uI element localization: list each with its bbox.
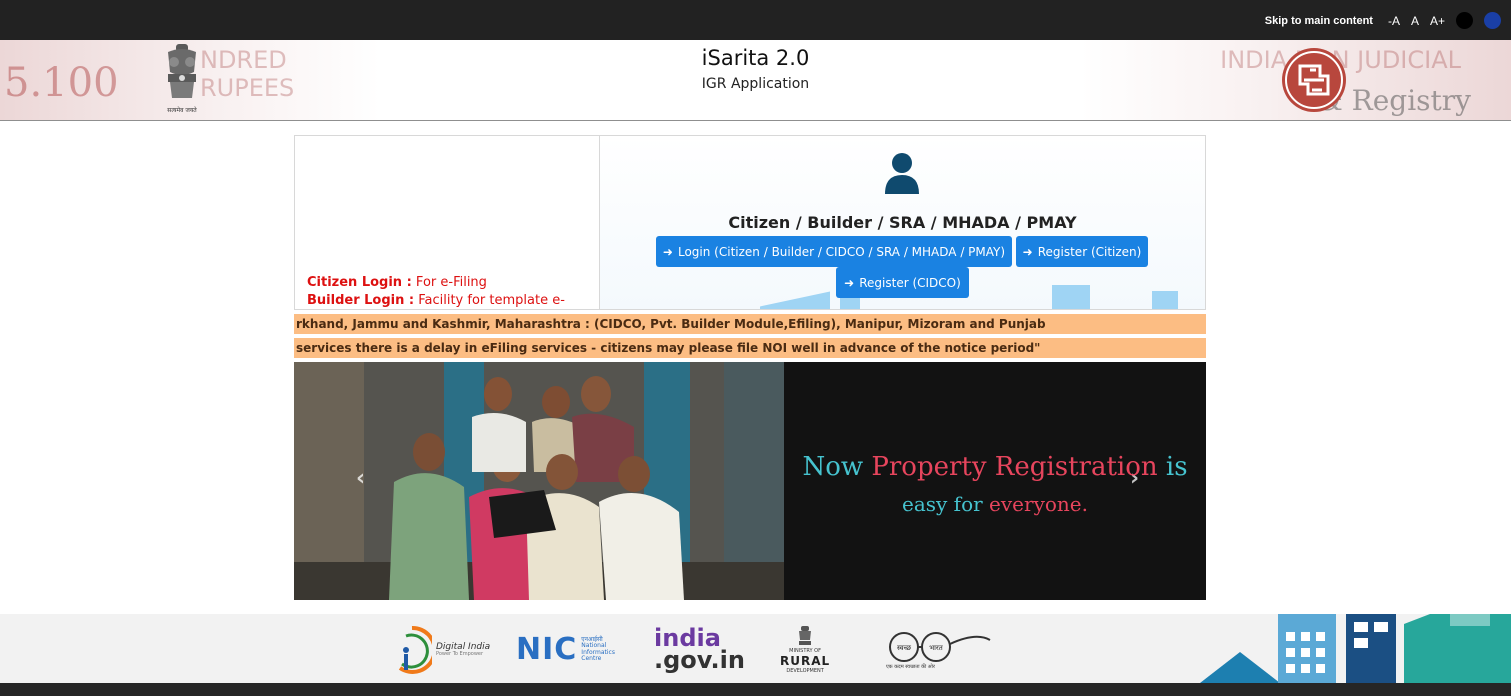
digital-india-icon	[398, 625, 432, 674]
digital-india-logo[interactable]: Digital India Power To Empower	[392, 622, 490, 677]
citizen-login-text: For e-Filing	[411, 275, 487, 290]
login-arrow-icon: ➜	[844, 275, 855, 290]
accessibility-tools: Skip to main content -A A A+	[1265, 12, 1501, 29]
builder-login-label: Builder Login :	[307, 293, 415, 308]
banner-slogan: Now Property Registration is easy for ev…	[784, 452, 1206, 516]
swachh-bharat-glasses-icon: स्वच्छ भारत	[889, 631, 991, 662]
news-ticker-2: services there is a delay in eFiling ser…	[294, 338, 1206, 358]
site-header: 5.100 NDRED RUPEES INDIA NON JUDICIAL & …	[0, 40, 1511, 121]
rural-text-2: RURAL	[780, 653, 831, 668]
login-info-column: Citizen Login : For e-Filing Builder Log…	[295, 136, 600, 309]
footer-bar	[0, 683, 1511, 696]
register-citizen-button[interactable]: ➜ Register (Citizen)	[1016, 236, 1148, 267]
india-gov-logo[interactable]: india .gov.in	[654, 622, 745, 677]
nic-logo[interactable]: NIC एनआईसी National Informatics Centre	[516, 622, 615, 677]
citizen-login-label: Citizen Login :	[307, 275, 412, 290]
login-button-label: Login (Citizen / Builder / CIDCO / SRA /…	[677, 244, 1006, 259]
digital-india-tagline: Power To Empower	[436, 650, 484, 657]
igr-logo-icon	[1282, 48, 1346, 112]
partner-logos-strip: Digital India Power To Empower NIC एनआईस…	[0, 614, 1511, 683]
building-illustration	[1152, 291, 1178, 309]
font-decrease-button[interactable]: -A	[1388, 14, 1400, 28]
emblem-caption: सत्यमेव जयते	[167, 106, 197, 114]
india-gov-text-2: .gov.in	[654, 645, 745, 674]
builder-login-text: Facility for template e-	[414, 293, 565, 308]
top-bar: Skip to main content -A A A+	[0, 0, 1511, 40]
citizen-login-info: Citizen Login : For e-Filing	[307, 275, 487, 290]
swachh-word-1: स्वच्छ	[897, 644, 912, 652]
family-photo	[294, 362, 784, 600]
login-panel: Citizen Login : For e-Filing Builder Log…	[294, 135, 1206, 310]
building-illustration	[1052, 285, 1090, 309]
login-arrow-icon: ➜	[1022, 244, 1033, 259]
slogan-part-2: is	[1157, 452, 1188, 482]
buildings-illustration	[1200, 614, 1511, 683]
font-increase-button[interactable]: A+	[1430, 14, 1445, 28]
ticker-text-1: rkhand, Jammu and Kashmir, Maharashtra :…	[296, 317, 1046, 331]
nic-text: NIC	[516, 632, 578, 667]
building-illustration	[760, 291, 830, 309]
rural-text-3: DEVELOPMENT	[786, 667, 824, 674]
role-title: Citizen / Builder / SRA / MHADA / PMAY	[728, 213, 1077, 232]
register-cidco-label: Register (CIDCO)	[859, 275, 961, 290]
builder-login-info: Builder Login : Facility for template e-	[307, 293, 565, 308]
dark-theme-button[interactable]	[1456, 12, 1473, 29]
font-normal-button[interactable]: A	[1411, 14, 1419, 28]
register-cidco-button[interactable]: ➜ Register (CIDCO)	[836, 267, 969, 298]
news-ticker-1: rkhand, Jammu and Kashmir, Maharashtra :…	[294, 314, 1206, 334]
login-button[interactable]: ➜ Login (Citizen / Builder / CIDCO / SRA…	[656, 236, 1012, 267]
slogan-highlight-2: everyone.	[989, 492, 1088, 516]
ticker-text-2: services there is a delay in eFiling ser…	[296, 341, 1041, 355]
slogan-part-1: Now	[802, 452, 872, 482]
slogan-highlight-1: Property Registration	[871, 452, 1158, 482]
slogan-part-3: easy for	[902, 492, 990, 516]
banner-carousel: ‹ › Now Property Registration is easy fo…	[294, 362, 1206, 600]
blue-theme-button[interactable]	[1484, 12, 1501, 29]
swachh-bharat-logo[interactable]: स्वच्छ भारत एक कदम स्वच्छता की ओर	[886, 622, 994, 677]
nic-full-3: Centre	[581, 654, 602, 662]
skip-to-content-link[interactable]: Skip to main content	[1265, 15, 1373, 27]
login-column: Citizen / Builder / SRA / MHADA / PMAY ➜…	[600, 136, 1205, 309]
swachh-tagline: एक कदम स्वच्छता की ओर	[886, 663, 935, 670]
login-arrow-icon: ➜	[662, 244, 673, 259]
register-citizen-label: Register (Citizen)	[1037, 244, 1142, 259]
swachh-word-2: भारत	[929, 644, 944, 652]
ashoka-emblem-icon	[799, 625, 812, 645]
user-icon	[885, 153, 919, 194]
carousel-prev-icon[interactable]: ‹	[356, 466, 365, 491]
rural-development-logo[interactable]: MINISTRY OF RURAL DEVELOPMENT	[780, 622, 830, 677]
